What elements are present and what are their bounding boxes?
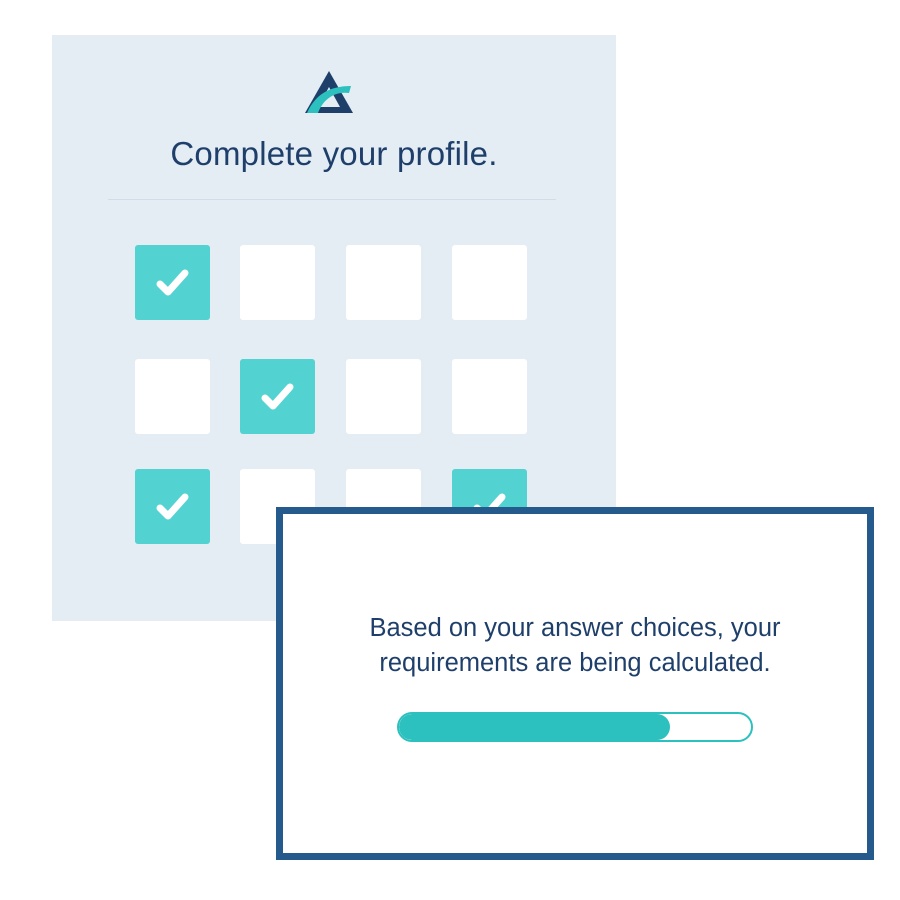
checkbox-r2-c4[interactable] [452,359,527,434]
checkbox-r2-c2[interactable] [240,359,315,434]
status-message-line-2: requirements are being calculated. [379,649,771,677]
page-title: Complete your profile. [170,135,498,172]
checkbox-r1-c1[interactable] [135,245,210,320]
checkmark-icon [156,493,189,520]
triangle-a-logo-icon [305,71,353,113]
checkbox-r2-c1[interactable] [135,359,210,434]
checkbox-r1-c3[interactable] [346,245,421,320]
title-divider [108,199,556,200]
status-message: Based on your answer choices, your requi… [283,611,867,681]
progress-bar [397,712,753,742]
checkmark-icon [261,383,294,410]
checkbox-r2-c3[interactable] [346,359,421,434]
checkmark-icon [156,269,189,296]
progress-bar-fill [399,714,671,740]
status-dialog: Based on your answer choices, your requi… [276,507,874,860]
checkbox-r1-c2[interactable] [240,245,315,320]
status-message-line-1: Based on your answer choices, your [369,614,781,642]
checkbox-r1-c4[interactable] [452,245,527,320]
checkbox-r3-c1[interactable] [135,469,210,544]
screen: Complete your profile. Based on your ans… [0,0,900,900]
